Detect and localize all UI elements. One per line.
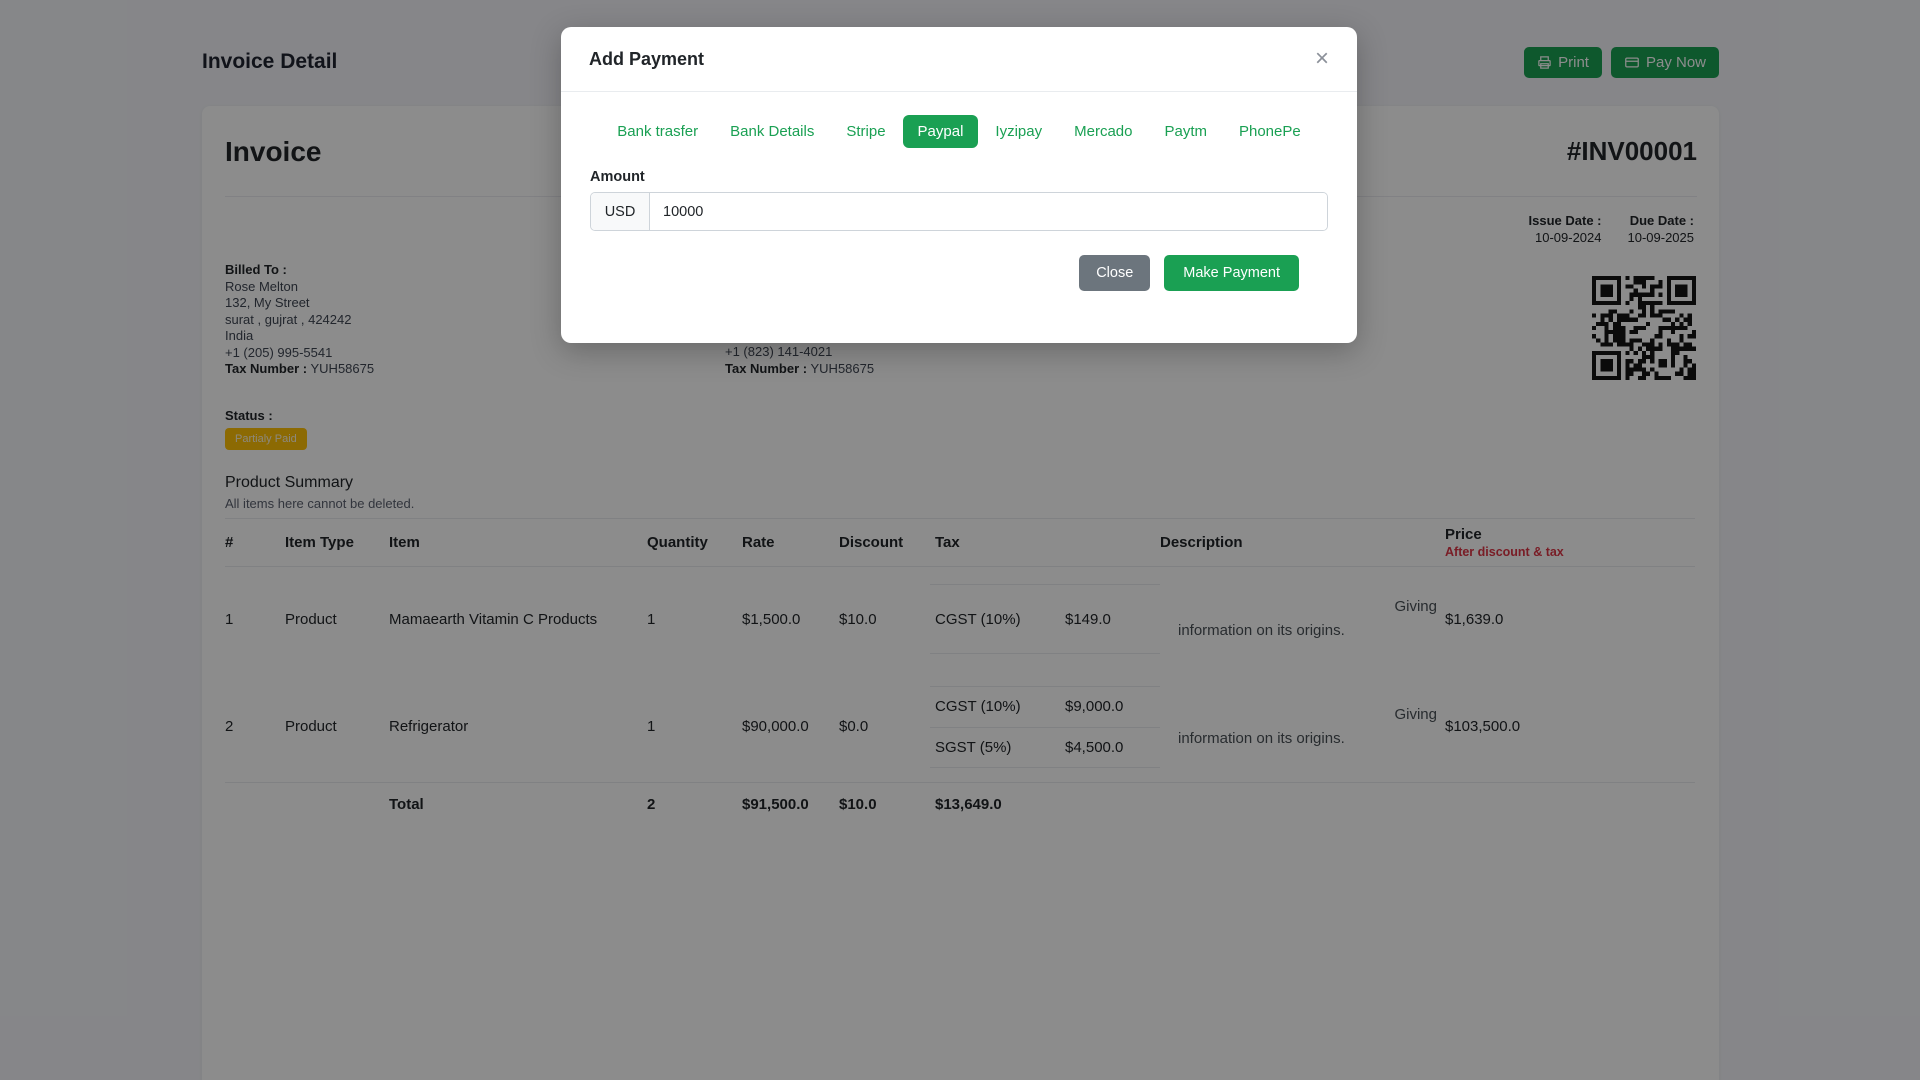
add-payment-modal: Add Payment × Bank trasfer Bank Details St…: [561, 27, 1357, 343]
payment-method-tabs: Bank trasfer Bank Details Stripe Paypal Iyzi…: [590, 115, 1328, 148]
modal-title: Add Payment: [589, 48, 705, 69]
currency-prefix: USD: [591, 193, 650, 230]
amount-input[interactable]: [650, 193, 1327, 230]
close-icon[interactable]: ×: [1315, 47, 1329, 71]
modal-header: Add Payment ×: [561, 27, 1357, 92]
tab-bank-details[interactable]: Bank Details: [715, 115, 829, 148]
tab-iyzipay[interactable]: Iyzipay: [980, 115, 1057, 148]
modal-footer: Close Make Payment: [590, 231, 1328, 291]
make-payment-button[interactable]: Make Payment: [1164, 255, 1299, 291]
tab-paypal[interactable]: Paypal: [902, 115, 979, 148]
tab-bank-trasfer[interactable]: Bank trasfer: [602, 115, 713, 148]
amount-input-group: USD: [590, 192, 1328, 231]
modal-body: Bank trasfer Bank Details Stripe Paypal Iyzi…: [561, 92, 1357, 291]
tab-stripe[interactable]: Stripe: [831, 115, 900, 148]
amount-label: Amount: [590, 169, 645, 185]
tab-phonepe[interactable]: PhonePe: [1224, 115, 1316, 148]
tab-mercado[interactable]: Mercado: [1059, 115, 1147, 148]
close-button[interactable]: Close: [1079, 255, 1151, 291]
page: Invoice Detail Print Pay Now Invoice #IN…: [0, 0, 1920, 1080]
tab-paytm[interactable]: Paytm: [1149, 115, 1222, 148]
